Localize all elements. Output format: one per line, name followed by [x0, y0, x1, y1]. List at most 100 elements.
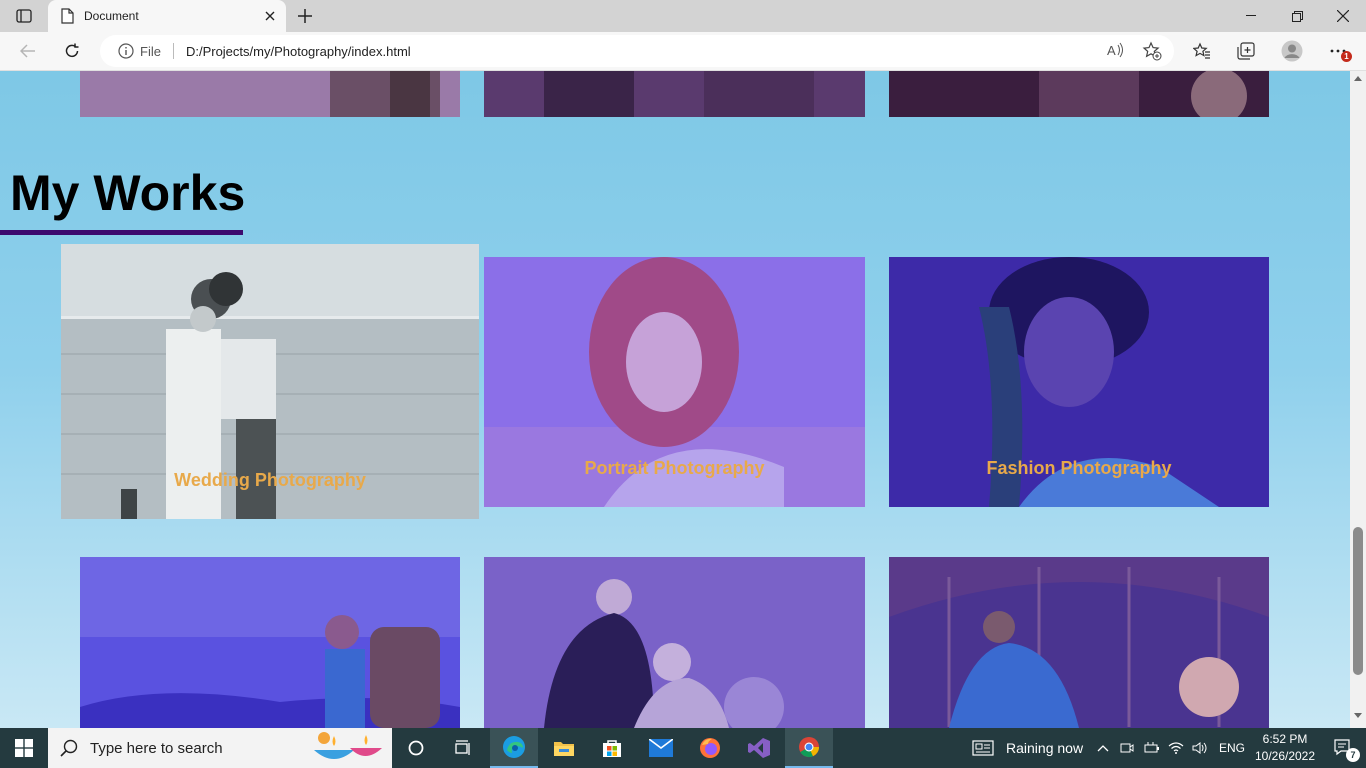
address-separator	[172, 43, 174, 59]
page-viewport: My Works Wedding Photography Portrait Ph…	[0, 71, 1350, 728]
favorites-button[interactable]	[1186, 36, 1218, 66]
tray-language[interactable]: ENG	[1219, 728, 1245, 768]
work-card-family[interactable]	[484, 557, 865, 728]
task-view-icon	[455, 740, 473, 756]
restore-button[interactable]	[1274, 0, 1320, 32]
visual-studio-icon	[748, 738, 770, 758]
protocol-label: File	[140, 43, 161, 59]
camera-icon	[1120, 741, 1134, 755]
clock-date: 10/26/2022	[1254, 749, 1316, 763]
minimize-icon	[1246, 15, 1256, 17]
title-underline	[0, 230, 243, 235]
close-window-button[interactable]	[1320, 0, 1366, 32]
photo-hiker-top	[80, 71, 460, 117]
page-scrollbar[interactable]	[1350, 71, 1366, 728]
taskbar-edge[interactable]	[490, 728, 538, 768]
scroll-down-arrow-icon[interactable]	[1354, 713, 1362, 719]
url-text[interactable]: D:/Projects/my/Photography/index.html	[186, 44, 411, 59]
scroll-up-arrow-icon[interactable]	[1354, 75, 1362, 81]
store-bag-icon	[602, 738, 622, 758]
back-arrow-icon	[20, 44, 36, 58]
clock-time: 6:52 PM	[1262, 732, 1308, 746]
work-label-fashion: Fashion Photography	[986, 458, 1172, 478]
profile-button[interactable]	[1276, 36, 1308, 66]
document-icon	[60, 8, 74, 24]
task-view-button[interactable]	[440, 728, 488, 768]
clock[interactable]: 6:52 PM 10/26/2022	[1250, 731, 1320, 765]
work-card-fashion[interactable]: Fashion Photography	[889, 257, 1269, 507]
work-label-wedding: Wedding Photography	[174, 470, 366, 490]
svg-text:A: A	[1107, 43, 1116, 58]
wifi-icon	[1168, 741, 1184, 755]
work-card-top-1[interactable]	[80, 71, 460, 117]
work-label-portrait: Portrait Photography	[584, 458, 765, 478]
news-icon	[972, 740, 994, 756]
favorites-icon	[1193, 42, 1211, 60]
refresh-button[interactable]	[56, 36, 88, 66]
notification-badge: 1	[1341, 51, 1352, 62]
browser-toolbar: File D:/Projects/my/Photography/index.ht…	[0, 32, 1366, 71]
photo-elderly-couple	[484, 557, 865, 728]
close-window-icon	[1337, 10, 1349, 22]
taskbar-visual-studio[interactable]	[735, 728, 783, 768]
speaker-icon	[1192, 741, 1208, 755]
weather-text: Raining now	[1006, 740, 1084, 756]
work-card-travel[interactable]	[80, 557, 460, 728]
tray-volume[interactable]	[1192, 728, 1208, 768]
weather-widget[interactable]: Raining now	[972, 728, 1083, 768]
windows-taskbar: Type here to search Raining now ENG 6:52…	[0, 728, 1366, 768]
show-hidden-icons[interactable]	[1097, 728, 1109, 768]
add-favorite-icon[interactable]	[1142, 41, 1162, 61]
photo-travel	[80, 557, 460, 728]
notification-center-button[interactable]: 7	[1320, 728, 1366, 768]
chrome-icon	[798, 736, 820, 758]
restore-icon	[1291, 10, 1303, 22]
work-card-wedding[interactable]: Wedding Photography	[61, 244, 479, 519]
photo-party	[889, 557, 1269, 728]
work-card-events[interactable]	[889, 557, 1269, 728]
windows-logo-icon	[15, 739, 33, 757]
taskbar-store[interactable]	[588, 728, 636, 768]
work-card-top-3[interactable]	[889, 71, 1269, 117]
address-bar[interactable]: File D:/Projects/my/Photography/index.ht…	[100, 35, 1174, 67]
refresh-icon	[64, 43, 80, 59]
collections-button[interactable]	[1230, 36, 1262, 66]
taskbar-file-explorer[interactable]	[540, 728, 588, 768]
folder-icon	[553, 739, 575, 757]
search-placeholder: Type here to search	[90, 739, 223, 757]
photo-couple-top	[484, 71, 865, 117]
tab-actions-icon	[16, 9, 32, 23]
tab-close-button[interactable]	[258, 4, 282, 28]
close-icon	[265, 11, 275, 21]
read-aloud-icon[interactable]: A	[1106, 41, 1124, 59]
tab-title: Document	[84, 9, 139, 23]
battery-plug-icon	[1144, 741, 1160, 755]
chevron-up-icon	[1097, 744, 1109, 752]
minimize-button[interactable]	[1228, 0, 1274, 32]
cortana-button[interactable]	[392, 728, 440, 768]
browser-tab[interactable]: Document	[48, 0, 286, 32]
settings-more-button[interactable]: 1	[1322, 36, 1354, 66]
section-title: My Works	[10, 165, 246, 221]
start-button[interactable]	[0, 728, 48, 768]
info-icon[interactable]	[118, 43, 134, 59]
language-text: ENG	[1219, 741, 1246, 755]
taskbar-chrome[interactable]	[785, 728, 833, 768]
plus-icon	[298, 9, 312, 23]
tray-battery[interactable]	[1144, 728, 1160, 768]
search-icon	[60, 739, 78, 757]
back-button[interactable]	[12, 36, 44, 66]
new-tab-button[interactable]	[292, 4, 318, 28]
tab-actions-button[interactable]	[8, 4, 40, 28]
work-card-portrait[interactable]: Portrait Photography	[484, 257, 865, 507]
firefox-icon	[699, 737, 721, 759]
taskbar-firefox[interactable]	[686, 728, 734, 768]
scrollbar-thumb[interactable]	[1353, 527, 1363, 675]
tray-wifi[interactable]	[1168, 728, 1184, 768]
taskbar-search[interactable]: Type here to search	[48, 728, 392, 768]
cortana-circle-icon	[408, 740, 424, 756]
work-card-top-2[interactable]	[484, 71, 865, 117]
taskbar-mail[interactable]	[637, 728, 685, 768]
tray-meet-now[interactable]	[1120, 728, 1134, 768]
photo-party-top	[889, 71, 1269, 117]
